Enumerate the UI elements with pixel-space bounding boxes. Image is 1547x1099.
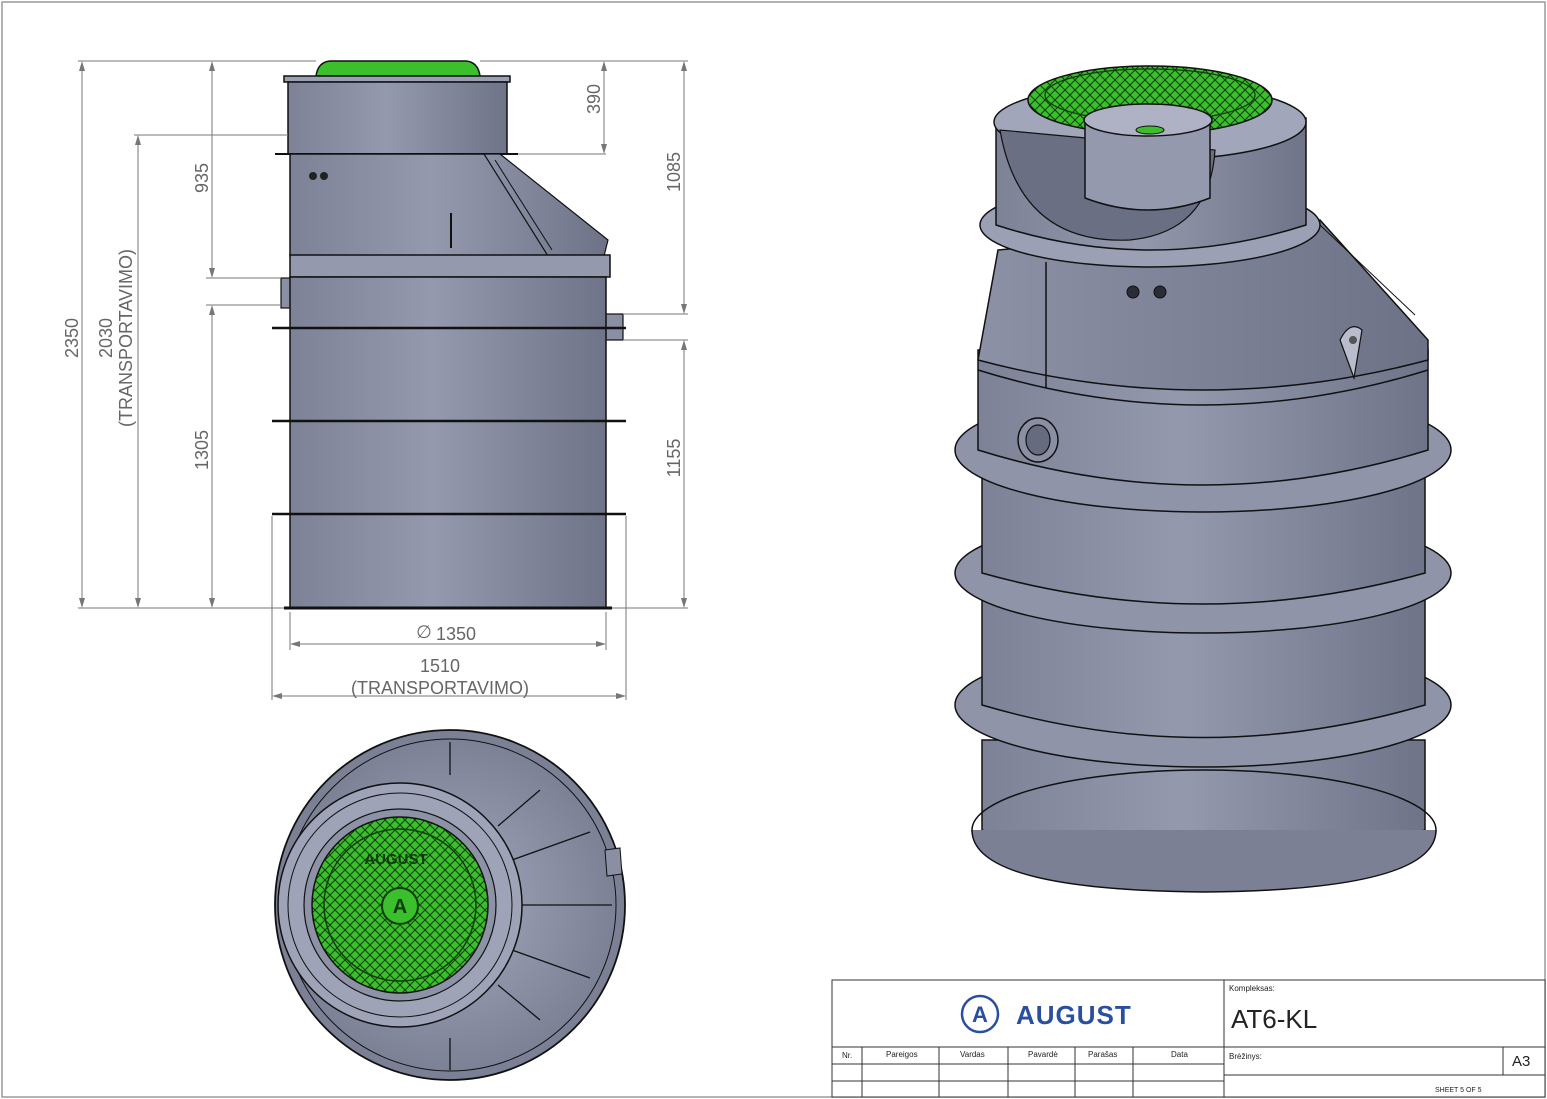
- dim-total-height: 2350: [62, 318, 82, 358]
- title-block: [831, 979, 1546, 1098]
- kompleksas-label: Kompleksas:: [1229, 984, 1275, 993]
- col-data: Data: [1171, 1050, 1188, 1059]
- dim-diameter: 1350: [436, 624, 476, 644]
- dim-lower-section: 1305: [192, 430, 212, 470]
- cover-logo-letter: A: [393, 896, 407, 918]
- vent-hole-icon: [309, 172, 317, 180]
- col-parasas: Parašas: [1088, 1050, 1117, 1059]
- col-nr: Nr.: [842, 1051, 852, 1060]
- paper-size: A3: [1512, 1053, 1530, 1070]
- vent-hole-icon: [1126, 285, 1140, 299]
- dim-inlet-height: 1085: [664, 152, 684, 192]
- brand-logo: A AUGUST: [960, 994, 1132, 1034]
- drawing-sheet: 2350 2030 (TRANSPORTAVIMO) 935 1305 390 …: [1, 1, 1546, 1098]
- side-lower-body: [289, 276, 607, 609]
- dim-transport-height-note: (TRANSPORTAVIMO): [116, 249, 136, 427]
- dim-diameter-symbol: ∅: [416, 622, 432, 642]
- breziny-label: Brėžinys:: [1229, 1052, 1262, 1061]
- dim-transport-height: 2030: [96, 318, 116, 358]
- kompleksas-value: AT6-KL: [1231, 1004, 1317, 1034]
- dim-transport-width: 1510: [420, 656, 460, 676]
- cover-brand-text: AUGUST: [364, 851, 427, 868]
- dim-transport-width-note: (TRANSPORTAVIMO): [351, 678, 529, 698]
- dim-top-riser: 390: [584, 84, 604, 114]
- col-vardas: Vardas: [960, 1050, 985, 1059]
- sheet-number: SHEET 5 OF 5: [1435, 1087, 1482, 1094]
- col-pareigos: Pareigos: [886, 1050, 918, 1059]
- logo-brand-text: AUGUST: [1016, 1000, 1132, 1030]
- side-riser: [287, 81, 508, 155]
- side-flange: [289, 254, 611, 278]
- side-cover-ring: [283, 75, 511, 83]
- vent-hole-icon: [1153, 285, 1167, 299]
- dim-outlet-height: 1155: [664, 439, 684, 478]
- side-cover: [315, 60, 481, 77]
- iso-view: [954, 65, 1452, 893]
- side-view: [272, 60, 626, 610]
- top-view: A AUGUST: [274, 729, 626, 1081]
- vent-hole-icon: [320, 172, 328, 180]
- col-pavarde: Pavardė: [1028, 1050, 1058, 1059]
- logo-letter: A: [972, 1002, 988, 1027]
- dim-upper-section: 935: [192, 163, 212, 193]
